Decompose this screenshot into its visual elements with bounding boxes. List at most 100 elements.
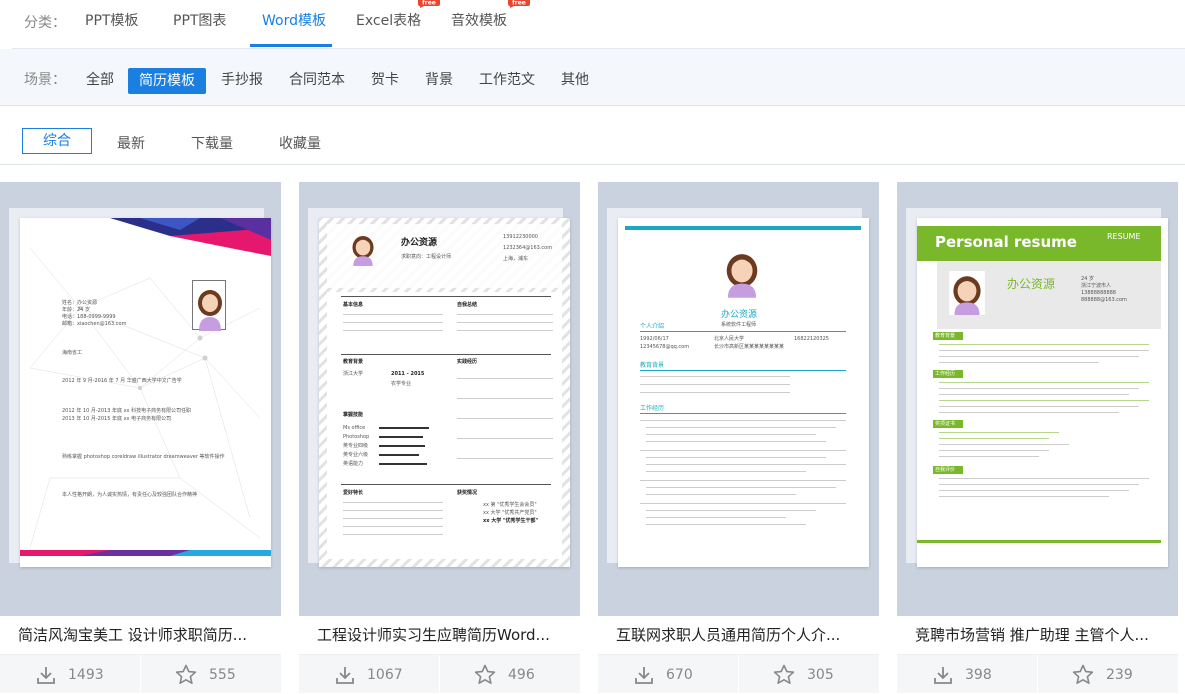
download-stat[interactable]: 398 (933, 655, 992, 694)
template-card[interactable]: 姓名：办公资源 年龄：24 岁 电话：188-0999-9999 邮箱：xiao… (0, 182, 281, 694)
geometric-decoration (20, 218, 271, 556)
download-count: 1493 (68, 666, 104, 683)
resume-subtitle: 系统软件工程师 (721, 322, 757, 328)
text-line (343, 330, 443, 331)
skill-bar (379, 427, 429, 429)
download-count: 1067 (367, 666, 403, 683)
section-heading: 教育背景 (640, 362, 665, 369)
text-line (939, 478, 1149, 479)
section-heading: 自我评价 (935, 467, 956, 473)
stat-divider (1037, 655, 1038, 694)
download-stat[interactable]: 1067 (335, 655, 403, 694)
scene-background[interactable]: 背景 (425, 69, 453, 89)
preview-line: 2013 年 10 月-2015 年底 xx 电子商务有限公司 (62, 416, 172, 422)
template-stats: 1493 555 (0, 654, 281, 694)
section-heading: 奖项证书 (935, 421, 956, 427)
download-stat[interactable]: 1493 (36, 655, 104, 694)
template-thumbnail[interactable]: 办公资源 求职意向：工程设计师 13912230000 1232364@163.… (299, 182, 580, 616)
skill-name: Photoshop (343, 434, 370, 440)
sort-downloads[interactable]: 下载量 (191, 133, 233, 153)
text-line (939, 394, 1129, 395)
tab-excel[interactable]: Excel表格 free (356, 0, 440, 30)
preview-line: 年龄：24 岁 (62, 307, 90, 313)
scene-other[interactable]: 其他 (561, 69, 589, 89)
template-title[interactable]: 工程设计师实习生应聘简历Word... (317, 624, 567, 645)
sort-newest[interactable]: 最新 (117, 133, 145, 153)
template-title[interactable]: 竞聘市场营销 推广助理 主管个人... (915, 624, 1165, 645)
star-icon (474, 664, 496, 684)
divider (640, 413, 846, 414)
section-heading: 工作经历 (640, 405, 665, 412)
text-line (457, 398, 553, 399)
text-line (457, 330, 553, 331)
template-title[interactable]: 互联网求职人员通用简历个人介... (616, 624, 866, 645)
text-line (939, 432, 1059, 433)
download-stat[interactable]: 670 (634, 655, 693, 694)
skill-name: 英语能力 (343, 461, 364, 467)
template-grid: 姓名：办公资源 年龄：24 岁 电话：188-0999-9999 邮箱：xiao… (0, 165, 1185, 694)
favorite-stat[interactable]: 555 (175, 655, 236, 694)
avatar-frame (192, 280, 226, 331)
favorite-stat[interactable]: 496 (474, 655, 535, 694)
scene-resume[interactable]: 简历模板 (128, 68, 206, 94)
school-degree: 农学专业 (391, 381, 412, 387)
text-line (640, 503, 846, 504)
text-line (646, 494, 796, 495)
resume-subtitle: 求职意向：工程设计师 (401, 254, 452, 260)
star-icon (773, 664, 795, 684)
tab-sound[interactable]: 音效模板 free (451, 0, 530, 30)
section-heading: 基本信息 (343, 302, 364, 308)
favorite-stat[interactable]: 239 (1072, 655, 1133, 694)
favorite-stat[interactable]: 305 (773, 655, 834, 694)
template-thumbnail[interactable]: 姓名：办公资源 年龄：24 岁 电话：188-0999-9999 邮箱：xiao… (0, 182, 281, 616)
scene-contract[interactable]: 合同范本 (289, 69, 345, 89)
preview-line: 2012 年 10 月-2013 年底 xx 科技电子商务有限公司任职 (62, 408, 192, 414)
download-icon (934, 666, 952, 684)
text-line (343, 322, 443, 323)
template-thumbnail[interactable]: 办公资源 系统软件工程师 个人介绍 1992/06/17 12345678@qq… (598, 182, 879, 616)
template-thumbnail[interactable]: Personal resume RESUME 办公资源 24 岁 浙江宁波市人 … (897, 182, 1178, 616)
tab-ppt-template[interactable]: PPT模板 (85, 10, 138, 30)
favorite-count: 496 (508, 666, 535, 683)
template-card[interactable]: Personal resume RESUME 办公资源 24 岁 浙江宁波市人 … (897, 182, 1178, 694)
tab-word-template[interactable]: Word模板 (262, 10, 326, 30)
skill-bar (379, 445, 425, 447)
sort-favorites[interactable]: 收藏量 (279, 133, 321, 153)
resume-name: 办公资源 (401, 238, 438, 248)
skill-name: 英专业四级 (343, 443, 369, 449)
resume-phone: 13912230000 (503, 234, 538, 240)
scene-handwritten-paper[interactable]: 手抄报 (221, 69, 263, 89)
template-title[interactable]: 简洁风淘宝美工 设计师求职简历... (18, 624, 268, 645)
preview-line: 本人性格开朗，为人诚实热情，有责任心及较强团队合作精神 (62, 492, 198, 498)
text-line (640, 480, 846, 481)
avatar (726, 254, 758, 298)
star-icon (1072, 664, 1094, 684)
skill-name: Ms office (343, 425, 366, 431)
text-line (939, 362, 1099, 363)
template-card[interactable]: 办公资源 求职意向：工程设计师 13912230000 1232364@163.… (299, 182, 580, 694)
download-count: 670 (666, 666, 693, 683)
section-heading: 个人介绍 (640, 323, 665, 330)
contact-line: 浙江宁波市人 (1081, 283, 1112, 289)
resume-preview: 办公资源 求职意向：工程设计师 13912230000 1232364@163.… (319, 218, 570, 567)
divider (640, 331, 846, 332)
tab-ppt-chart[interactable]: PPT图表 (173, 10, 226, 30)
text-line (646, 524, 806, 525)
category-bar: 分类： PPT模板 PPT图表 Word模板 Excel表格 free 音效模板… (0, 0, 1185, 49)
sort-comprehensive[interactable]: 综合 (22, 128, 92, 154)
scene-work-writing[interactable]: 工作范文 (479, 69, 535, 89)
stat-divider (439, 655, 440, 694)
scene-all[interactable]: 全部 (86, 69, 114, 89)
favorite-count: 239 (1106, 666, 1133, 683)
skill-bar (379, 463, 427, 465)
resume-location: 上海，浦东 (503, 256, 529, 262)
contact-line: 888888@163.com (1081, 297, 1127, 303)
text-line (343, 502, 443, 503)
resume-preview: 姓名：办公资源 年龄：24 岁 电话：188-0999-9999 邮箱：xiao… (20, 218, 271, 567)
template-card[interactable]: 办公资源 系统软件工程师 个人介绍 1992/06/17 12345678@qq… (598, 182, 879, 694)
preview-line: 邮箱：xiaochen@163.com (62, 321, 127, 327)
scene-greeting-card[interactable]: 贺卡 (371, 69, 399, 89)
resume-email: 1232364@163.com (503, 245, 553, 251)
text-line (646, 427, 836, 428)
text-line (939, 438, 1049, 439)
